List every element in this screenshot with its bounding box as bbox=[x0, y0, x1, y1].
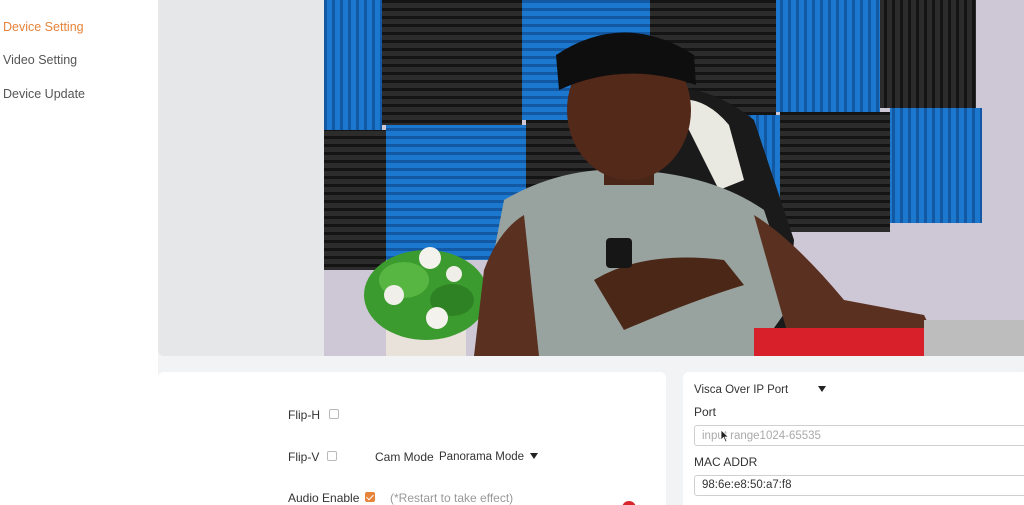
cam-mode-label: Cam Mode bbox=[375, 450, 434, 464]
cam-mode-value: Panorama Mode bbox=[439, 451, 525, 463]
chevron-down-icon bbox=[530, 453, 539, 459]
flip-v-label: Flip-V bbox=[288, 450, 320, 464]
sidebar-item-device-setting[interactable]: Device Setting bbox=[3, 20, 84, 34]
camera-feed-image bbox=[324, 0, 1024, 356]
sidebar-item-device-update[interactable]: Device Update bbox=[3, 87, 85, 101]
camera-preview-video bbox=[324, 0, 1024, 356]
sidebar: Device Setting Video Setting Device Upda… bbox=[0, 0, 158, 505]
sidebar-item-video-setting[interactable]: Video Setting bbox=[3, 53, 77, 67]
preview-panel bbox=[158, 0, 1024, 356]
mac-addr-field[interactable]: 98:6e:e8:50:a7:f8 bbox=[694, 475, 1024, 496]
port-input[interactable] bbox=[694, 425, 1024, 446]
port-label: Port bbox=[694, 405, 717, 419]
mouse-cursor-icon bbox=[720, 429, 730, 443]
flip-h-label: Flip-H bbox=[288, 408, 320, 422]
audio-enable-checkbox[interactable] bbox=[365, 492, 375, 502]
audio-enable-label: Audio Enable bbox=[288, 491, 360, 505]
chevron-down-icon bbox=[818, 386, 827, 392]
protocol-select-value: Visca Over IP Port bbox=[694, 384, 789, 396]
flip-h-checkbox[interactable] bbox=[329, 409, 339, 419]
flip-v-checkbox[interactable] bbox=[327, 451, 337, 461]
cam-mode-select[interactable]: Panorama Mode bbox=[439, 451, 539, 463]
device-settings-card bbox=[158, 372, 666, 505]
mac-addr-label: MAC ADDR bbox=[694, 455, 758, 469]
restart-note: (*Restart to take effect) bbox=[390, 491, 514, 505]
protocol-select[interactable]: Visca Over IP Port bbox=[694, 384, 827, 396]
